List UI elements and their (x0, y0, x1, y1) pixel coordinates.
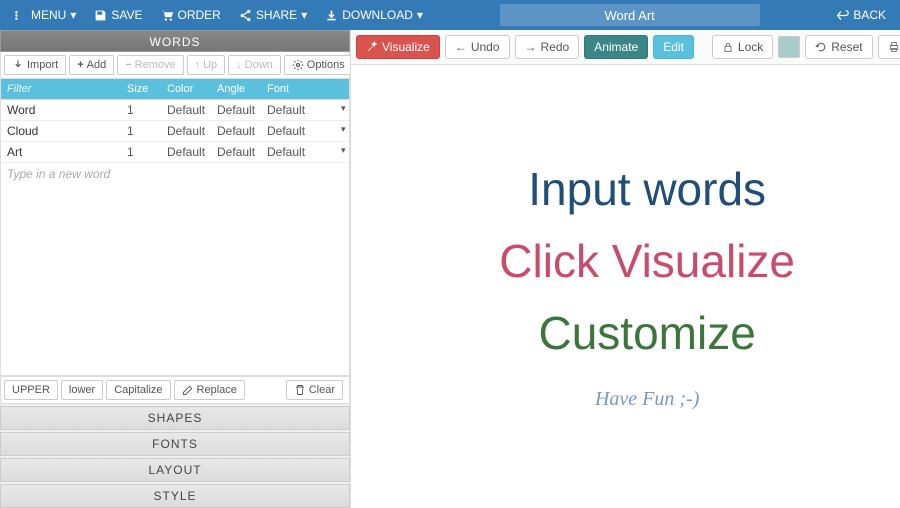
grid-header: Size Color Angle Font (0, 79, 350, 100)
table-row[interactable]: Art1DefaultDefaultDefault▾ (1, 142, 349, 163)
options-button[interactable]: Options (284, 55, 353, 75)
have-fun-text: Have Fun ;-) (595, 388, 699, 411)
lock-button[interactable]: Lock (712, 35, 773, 59)
canvas-area[interactable]: Input words Click Visualize Customize Ha… (351, 65, 900, 508)
gear-icon (292, 59, 304, 71)
instruction-1: Input words (528, 162, 766, 216)
print-button[interactable]: Print (878, 35, 900, 59)
clear-button[interactable]: Clear (286, 380, 343, 400)
download-icon (325, 9, 338, 22)
words-toolbar: Import +Add −Remove ↑Up ↓Down Options (0, 52, 350, 79)
left-panel: WORDS Import +Add −Remove ↑Up ↓Down Opti… (0, 30, 350, 508)
reset-icon (815, 41, 827, 53)
share-icon (239, 9, 252, 22)
top-navbar: MENU ▾ SAVE ORDER SHARE ▾ DOWNLOAD ▾ BAC… (0, 0, 900, 30)
magic-icon (366, 41, 378, 53)
lower-button[interactable]: lower (61, 380, 103, 400)
color-swatch[interactable] (778, 36, 800, 58)
replace-button[interactable]: Replace (174, 380, 245, 400)
remove-button[interactable]: −Remove (117, 55, 183, 75)
menu-button[interactable]: MENU ▾ (8, 4, 82, 26)
up-button[interactable]: ↑Up (187, 55, 226, 75)
redo-icon: → (525, 40, 537, 54)
accordion: SHAPES FONTS LAYOUT STYLE (0, 404, 350, 508)
caret-down-icon: ▾ (301, 8, 307, 22)
reset-button[interactable]: Reset (805, 35, 872, 59)
style-panel-header[interactable]: STYLE (0, 484, 350, 508)
plus-icon: + (77, 59, 83, 71)
print-icon (888, 41, 900, 53)
caret-down-icon: ▾ (417, 8, 423, 22)
col-color[interactable]: Color (161, 79, 211, 99)
cart-icon (161, 9, 174, 22)
edit-icon (182, 384, 194, 396)
back-button[interactable]: BACK (830, 4, 892, 26)
col-font[interactable]: Font (261, 79, 335, 99)
col-angle[interactable]: Angle (211, 79, 261, 99)
arrow-up-icon: ↑ (195, 59, 201, 71)
table-row[interactable]: Cloud1DefaultDefaultDefault▾ (1, 121, 349, 142)
instruction-3: Customize (539, 306, 756, 360)
instruction-2: Click Visualize (499, 234, 795, 288)
new-word-input[interactable]: Type in a new word (1, 163, 349, 185)
import-icon (12, 59, 24, 71)
share-button[interactable]: SHARE ▾ (233, 4, 313, 26)
lock-icon (722, 41, 734, 53)
fonts-panel-header[interactable]: FONTS (0, 432, 350, 456)
col-size[interactable]: Size (121, 79, 161, 99)
right-panel: Visualize ←Undo →Redo Animate Edit Lock … (350, 30, 900, 508)
grid-body: Word1DefaultDefaultDefault▾ Cloud1Defaul… (0, 100, 350, 376)
table-row[interactable]: Word1DefaultDefaultDefault▾ (1, 100, 349, 121)
caret-down-icon[interactable]: ▾ (335, 121, 349, 141)
words-panel-header[interactable]: WORDS (0, 30, 350, 52)
upper-button[interactable]: UPPER (4, 380, 58, 400)
redo-button[interactable]: →Redo (515, 35, 580, 59)
minus-icon: − (125, 59, 131, 71)
back-icon (836, 9, 849, 22)
trash-icon (294, 384, 306, 396)
animate-button[interactable]: Animate (584, 35, 648, 59)
title-input[interactable] (500, 4, 760, 26)
save-icon (94, 9, 107, 22)
caret-down-icon: ▾ (70, 8, 76, 22)
shapes-panel-header[interactable]: SHAPES (0, 406, 350, 430)
filter-input[interactable] (7, 83, 115, 95)
arrow-down-icon: ↓ (236, 59, 242, 71)
download-button[interactable]: DOWNLOAD ▾ (319, 4, 429, 26)
import-button[interactable]: Import (4, 55, 66, 75)
save-button[interactable]: SAVE (88, 4, 148, 26)
menu-icon (14, 9, 27, 22)
layout-panel-header[interactable]: LAYOUT (0, 458, 350, 482)
caret-down-icon[interactable]: ▾ (335, 142, 349, 162)
capitalize-button[interactable]: Capitalize (106, 380, 170, 400)
canvas-toolbar: Visualize ←Undo →Redo Animate Edit Lock … (351, 30, 900, 65)
case-toolbar: UPPER lower Capitalize Replace Clear (0, 376, 350, 404)
add-button[interactable]: +Add (69, 55, 114, 75)
undo-button[interactable]: ←Undo (445, 35, 510, 59)
caret-down-icon[interactable]: ▾ (335, 100, 349, 120)
undo-icon: ← (455, 40, 467, 54)
edit-button[interactable]: Edit (653, 35, 694, 59)
visualize-button[interactable]: Visualize (356, 35, 440, 59)
down-button[interactable]: ↓Down (228, 55, 281, 75)
order-button[interactable]: ORDER (155, 4, 227, 26)
